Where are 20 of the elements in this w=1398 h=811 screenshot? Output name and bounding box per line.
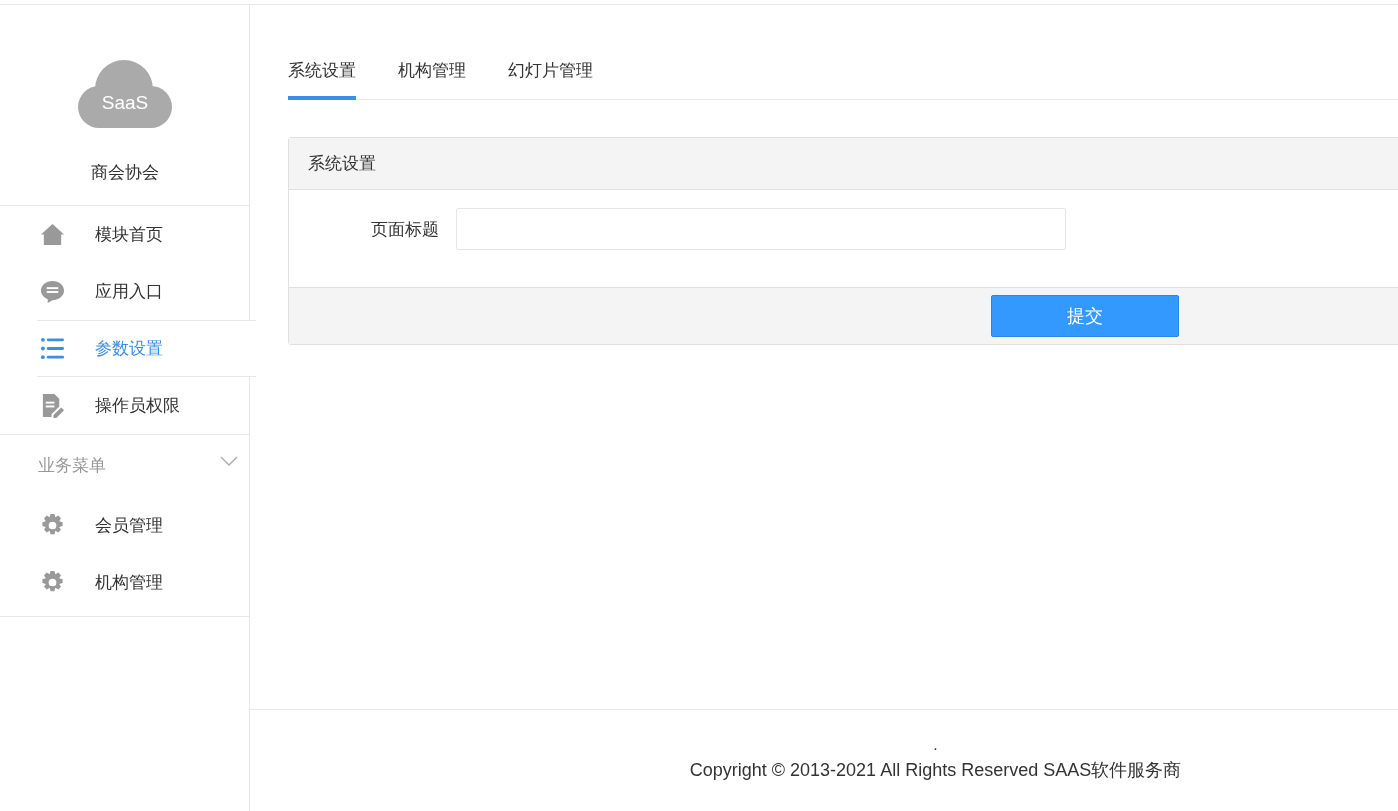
tab[interactable]: 系统设置 — [288, 55, 356, 100]
sidebar-item[interactable]: 机构管理 — [0, 554, 250, 611]
sidebar-item[interactable]: 应用入口 — [0, 263, 250, 320]
sidebar-item[interactable]: 参数设置 — [37, 320, 256, 377]
copyright-text: Copyright © 2013-2021 All Rights Reserved SAAS软件服务商 — [689, 759, 1182, 782]
document-edit-icon — [40, 393, 65, 418]
home-icon — [40, 222, 65, 247]
chat-bubble-icon — [40, 279, 65, 304]
tab[interactable]: 机构管理 — [398, 55, 466, 100]
panel-title: 系统设置 — [289, 138, 1398, 190]
cloud-logo: SaaS — [78, 60, 172, 128]
sidebar-item[interactable]: 模块首页 — [0, 206, 250, 263]
page-title-field[interactable] — [456, 208, 1066, 250]
sidebar-item[interactable]: 操作员权限 — [0, 377, 250, 434]
footer-mark: . — [933, 738, 938, 752]
tab[interactable]: 幻灯片管理 — [508, 55, 593, 100]
organization-name: 商会协会 — [91, 161, 159, 184]
field-label: 页面标题 — [370, 217, 439, 241]
list-icon — [40, 336, 65, 361]
sidebar-item[interactable]: 会员管理 — [0, 497, 250, 554]
